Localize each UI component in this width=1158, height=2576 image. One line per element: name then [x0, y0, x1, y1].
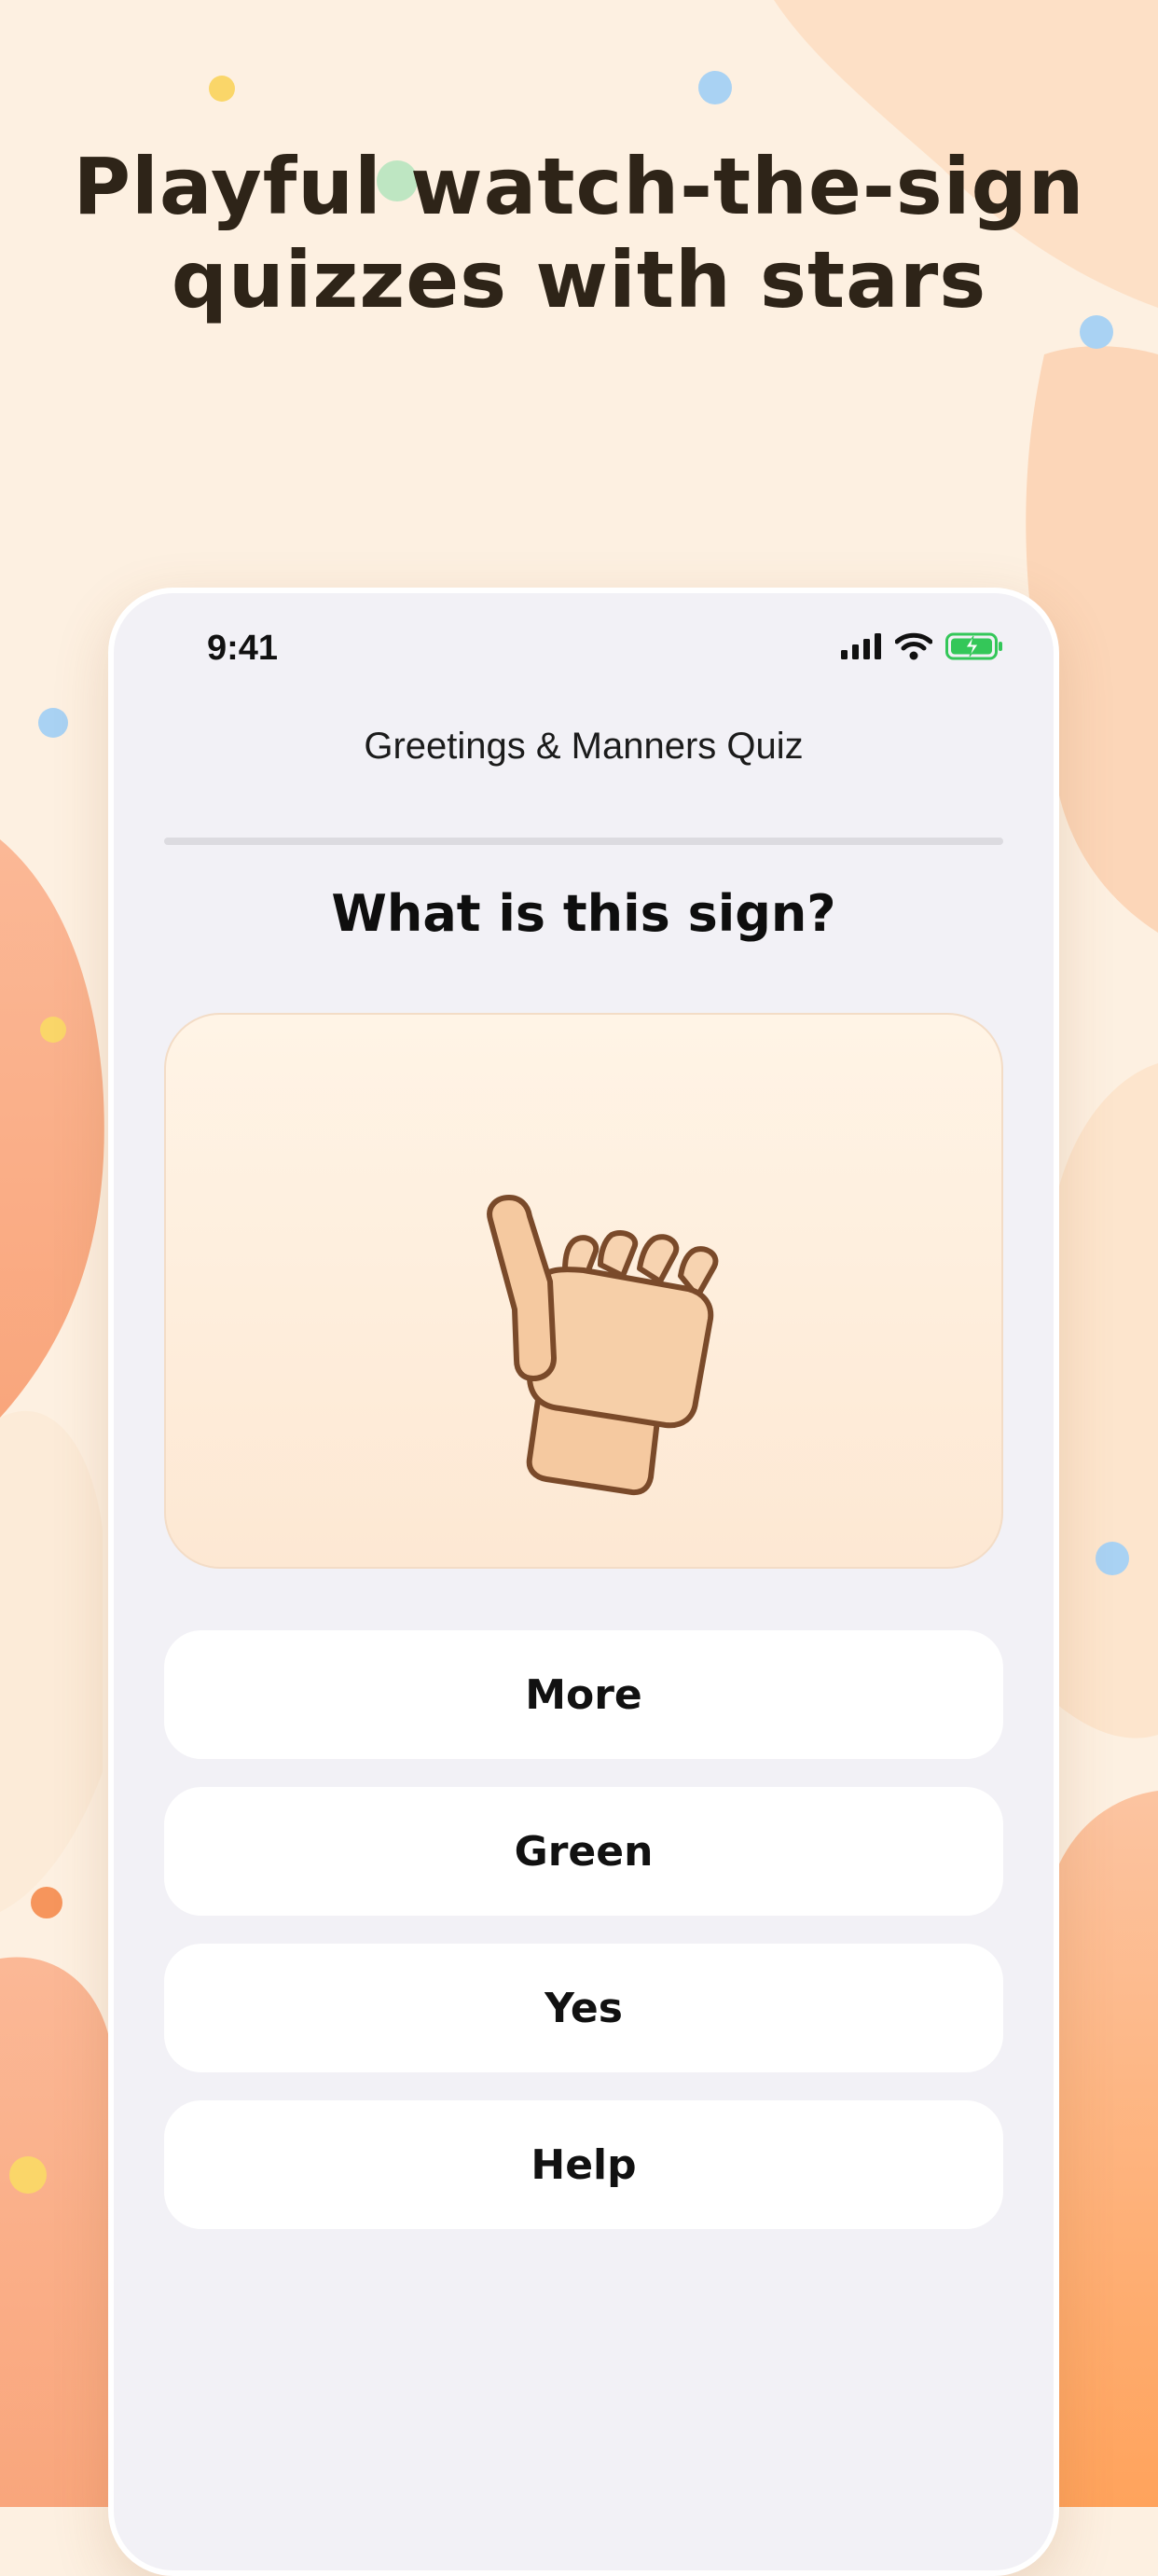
answer-option-green[interactable]: Green	[164, 1787, 1003, 1916]
quiz-progress-bar	[164, 838, 1003, 845]
headline-line-2: quizzes with stars	[171, 234, 987, 325]
blob-left-mid	[0, 839, 104, 1418]
blob-right-cream	[1049, 1063, 1158, 1738]
wifi-icon	[895, 632, 932, 660]
blob-left-bottom	[0, 1957, 112, 2507]
answer-option-more[interactable]: More	[164, 1630, 1003, 1759]
blob-right-bottom	[1044, 1791, 1158, 2507]
marketing-headline: Playful watch-the-sign quizzes with star…	[0, 140, 1158, 326]
sign-video-card[interactable]	[164, 1013, 1003, 1569]
cellular-signal-icon	[841, 633, 881, 659]
question-text: What is this sign?	[331, 884, 836, 943]
status-bar-time: 9:41	[207, 629, 279, 668]
quiz-title: Greetings & Manners Quiz	[364, 726, 804, 767]
confetti-dot	[1096, 1542, 1129, 1575]
battery-charging-icon	[945, 632, 1002, 660]
phone-mockup: 9:41 Greetings & Manners Quiz What is th…	[108, 588, 1059, 2576]
status-bar-icons	[841, 632, 1003, 660]
confetti-dot	[9, 2156, 47, 2194]
confetti-dot	[38, 708, 68, 738]
headline-line-1: Playful watch-the-sign	[73, 141, 1085, 232]
confetti-dot	[209, 76, 235, 102]
confetti-dot	[40, 1017, 66, 1043]
answer-option-yes[interactable]: Yes	[164, 1944, 1003, 2072]
blob-left-cream	[0, 1410, 103, 1912]
confetti-dot	[698, 71, 732, 104]
fist-hand-sign-icon	[487, 1195, 719, 1496]
answer-option-help[interactable]: Help	[164, 2100, 1003, 2229]
confetti-dot	[31, 1887, 62, 1918]
